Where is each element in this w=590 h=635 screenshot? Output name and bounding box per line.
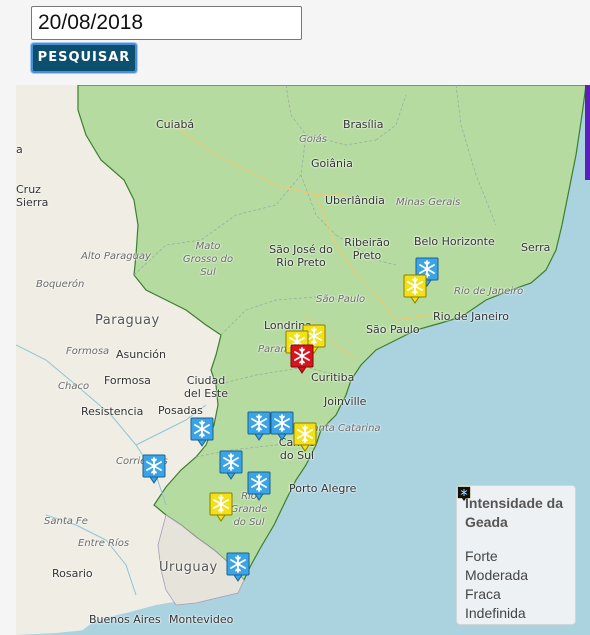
frost-marker-fraca[interactable] bbox=[247, 471, 271, 501]
city-label: Cruz Sierra bbox=[16, 183, 49, 209]
state-label: Santa Fe bbox=[44, 516, 88, 527]
state-label: Minas Gerais bbox=[396, 197, 461, 208]
legend-title: Intensidade da Geada bbox=[465, 495, 564, 530]
frost-marker-moderada[interactable] bbox=[403, 274, 427, 304]
city-label: Rio de Janeiro bbox=[433, 310, 509, 323]
snowflake-icon bbox=[270, 411, 294, 441]
snowflake-icon bbox=[142, 454, 166, 484]
state-label: Alto Paraguay bbox=[81, 251, 151, 262]
city-label: Asunción bbox=[116, 348, 167, 361]
frost-marker-forte[interactable] bbox=[290, 344, 314, 374]
snowflake-icon bbox=[247, 411, 271, 441]
city-label: Ribeirão Preto bbox=[344, 236, 390, 262]
legend-item-indefinida: Indefinida bbox=[458, 487, 567, 622]
snowflake-icon bbox=[403, 274, 427, 304]
snowflake-icon bbox=[247, 471, 271, 501]
city-label: Curitiba bbox=[311, 371, 355, 384]
legend-label: Forte bbox=[465, 547, 498, 564]
city-label: Goiânia bbox=[311, 157, 353, 170]
search-bar: PESQUISAR bbox=[0, 0, 590, 85]
legend-item-forte: Forte bbox=[458, 487, 567, 565]
state-label: Rio de Janeiro bbox=[454, 286, 524, 297]
state-label: Chaco bbox=[58, 381, 90, 392]
snowflake-icon bbox=[458, 487, 470, 501]
state-label: Boquerón bbox=[36, 279, 85, 290]
frost-marker-fraca[interactable] bbox=[190, 417, 214, 447]
legend-label: Fraca bbox=[465, 585, 501, 602]
legend-item-fraca: Fraca bbox=[458, 487, 567, 603]
city-label: Belo Horizonte bbox=[414, 235, 495, 248]
state-label: Formosa bbox=[66, 346, 110, 357]
city-label: Cuiabá bbox=[156, 118, 195, 131]
frost-marker-moderada[interactable] bbox=[293, 422, 317, 452]
legend-item-moderada: Moderada bbox=[457, 486, 567, 584]
frost-marker-fraca[interactable] bbox=[142, 454, 166, 484]
city-label: Serra bbox=[521, 241, 551, 254]
legend-label: Indefinida bbox=[465, 604, 526, 621]
search-button[interactable]: PESQUISAR bbox=[31, 43, 137, 73]
country-label: Paraguay bbox=[95, 313, 160, 328]
frost-marker-fraca[interactable] bbox=[270, 411, 294, 441]
snowflake-icon bbox=[290, 344, 314, 374]
city-label: Rosario bbox=[52, 567, 93, 580]
city-label: Joinville bbox=[324, 395, 367, 408]
state-label: São Paulo bbox=[316, 294, 366, 305]
state-label: Goiás bbox=[299, 134, 327, 145]
city-label: Ciudad del Este bbox=[183, 374, 229, 400]
city-label: São Paulo bbox=[366, 323, 420, 336]
snowflake-icon bbox=[190, 417, 214, 447]
city-label: Posadas bbox=[158, 404, 203, 417]
state-label: Santa Catarina bbox=[306, 423, 381, 434]
frost-marker-fraca[interactable] bbox=[226, 552, 250, 582]
snowflake-icon bbox=[226, 552, 250, 582]
city-label: Montevideo bbox=[169, 613, 234, 626]
country-label: Uruguay bbox=[159, 560, 218, 575]
date-input[interactable] bbox=[31, 6, 302, 40]
frost-marker-fraca[interactable] bbox=[247, 411, 271, 441]
legend: Intensidade da Geada Forte Moderada Frac… bbox=[456, 485, 576, 625]
frost-map[interactable]: Cuiabá Brasília Goiás Goiânia Uberlândia… bbox=[16, 85, 590, 635]
city-label: Resistencia bbox=[81, 405, 144, 418]
city-label: Formosa bbox=[104, 374, 151, 387]
city-label: Uberlândia bbox=[325, 194, 385, 207]
city-label: São José do Rio Preto bbox=[269, 243, 333, 269]
city-label: Buenos Aires bbox=[89, 613, 161, 626]
partial-label: a bbox=[16, 143, 23, 156]
frost-marker-fraca[interactable] bbox=[219, 450, 243, 480]
legend-label: Moderada bbox=[465, 566, 529, 583]
side-accent bbox=[585, 85, 590, 180]
frost-marker-moderada[interactable] bbox=[209, 492, 233, 522]
city-label: Porto Alegre bbox=[289, 482, 357, 495]
snowflake-icon bbox=[219, 450, 243, 480]
city-label: Brasília bbox=[343, 118, 384, 131]
snowflake-icon bbox=[293, 422, 317, 452]
snowflake-icon bbox=[209, 492, 233, 522]
state-label: Entre Ríos bbox=[78, 538, 130, 549]
state-label: Mato Grosso do Sul bbox=[182, 241, 234, 278]
